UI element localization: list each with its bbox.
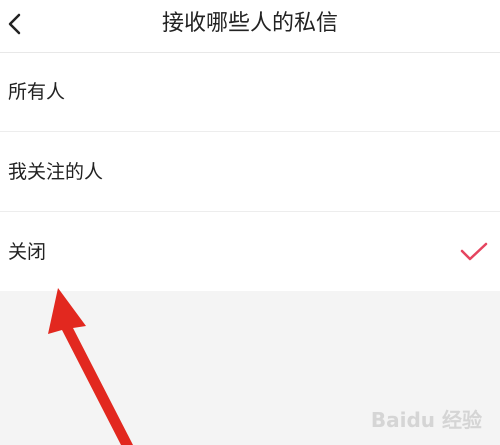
option-following[interactable]: 我关注的人 — [0, 133, 500, 212]
watermark: Baidu 经验 — [370, 408, 482, 432]
option-label: 我关注的人 — [8, 161, 104, 183]
page-title: 接收哪些人的私信 — [161, 11, 338, 36]
header-bar: 接收哪些人的私信 — [0, 0, 500, 53]
option-label: 关闭 — [8, 241, 47, 263]
option-off[interactable]: 关闭 — [0, 213, 500, 291]
option-everyone[interactable]: 所有人 — [0, 53, 500, 132]
checkmark-icon — [460, 242, 488, 261]
options-list: 所有人 我关注的人 关闭 — [0, 53, 500, 291]
option-label: 所有人 — [8, 81, 66, 103]
